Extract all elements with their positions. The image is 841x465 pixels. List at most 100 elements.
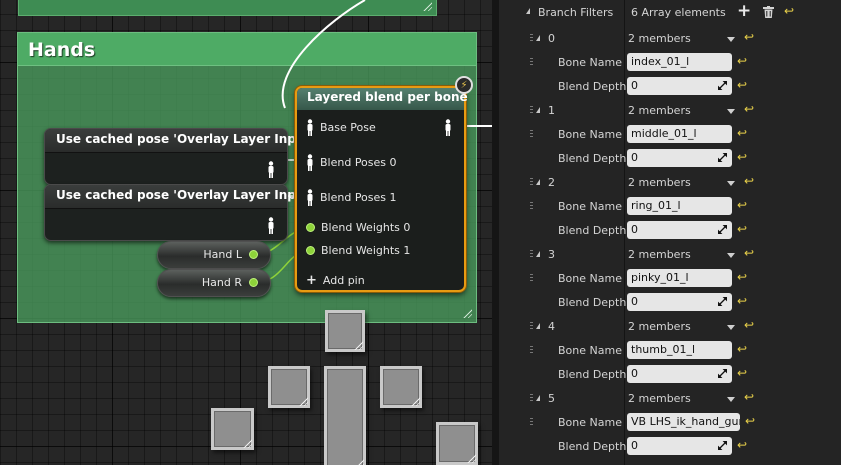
pin-blend-poses-1[interactable]: Blend Poses 1 xyxy=(306,189,397,206)
chevron-down-icon[interactable] xyxy=(727,397,735,402)
chevron-down-icon[interactable] xyxy=(727,37,735,42)
members-combo[interactable]: 2 members xyxy=(628,104,691,117)
resize-arrow-icon[interactable] xyxy=(718,225,727,234)
bone-name-field[interactable]: pinky_01_l xyxy=(627,269,732,287)
branch-filters-row[interactable]: Branch Filters 6 Array elements + ↩ xyxy=(499,0,841,24)
drag-handle-icon[interactable] xyxy=(530,178,533,186)
collapse-arrow-icon[interactable] xyxy=(536,395,540,401)
bone-name-field[interactable]: ring_01_l xyxy=(627,197,732,215)
chevron-down-icon[interactable] xyxy=(727,181,735,186)
drag-handle-icon[interactable] xyxy=(530,394,533,402)
reset-to-default-icon[interactable]: ↩ xyxy=(737,127,747,139)
gray-node-block[interactable] xyxy=(324,366,366,465)
trash-icon[interactable] xyxy=(763,6,774,18)
resize-arrow-icon[interactable] xyxy=(718,441,727,450)
reset-to-default-icon[interactable]: ↩ xyxy=(744,391,754,403)
layered-blend-per-bone-node[interactable]: Layered blend per bone Base Pose Blend P… xyxy=(295,86,468,292)
variable-node-hand-l[interactable]: Hand L xyxy=(157,241,271,269)
cached-pose-node-1[interactable]: Use cached pose 'Overlay Layer Input' xyxy=(44,128,314,185)
resize-arrow-icon[interactable] xyxy=(718,297,727,306)
reset-to-default-icon[interactable]: ↩ xyxy=(784,5,794,17)
drag-handle-icon[interactable] xyxy=(530,322,533,330)
pin-blend-weights-0[interactable]: Blend Weights 0 xyxy=(306,221,410,234)
blend-depth-field[interactable]: 0 xyxy=(627,221,732,239)
bone-name-field[interactable]: middle_01_l xyxy=(627,125,732,143)
panel-splitter[interactable] xyxy=(492,0,499,465)
bone-name-field[interactable]: thumb_01_l xyxy=(627,341,732,359)
members-combo[interactable]: 2 members xyxy=(628,176,691,189)
chevron-down-icon[interactable] xyxy=(727,325,735,330)
collapse-arrow-icon[interactable] xyxy=(536,107,540,113)
collapse-arrow-icon[interactable] xyxy=(536,323,540,329)
variable-node-hand-r[interactable]: Hand R xyxy=(157,269,271,297)
reset-to-default-icon[interactable]: ↩ xyxy=(744,31,754,43)
blend-depth-field[interactable]: 0 xyxy=(627,77,732,95)
drag-handle-icon[interactable] xyxy=(530,202,533,210)
reset-to-default-icon[interactable]: ↩ xyxy=(737,439,747,451)
pose-output-pin-icon[interactable] xyxy=(444,119,452,136)
drag-handle-icon[interactable] xyxy=(530,106,533,114)
cached-pose-node-2[interactable]: Use cached pose 'Overlay Layer Input' xyxy=(44,184,314,241)
reset-to-default-icon[interactable]: ↩ xyxy=(737,223,747,235)
drag-handle-icon[interactable] xyxy=(530,346,533,354)
reset-to-default-icon[interactable]: ↩ xyxy=(744,175,754,187)
drag-handle-icon[interactable] xyxy=(530,274,533,282)
reset-to-default-icon[interactable]: ↩ xyxy=(737,151,747,163)
collapse-arrow-icon[interactable] xyxy=(526,8,530,14)
gray-node-block[interactable] xyxy=(268,366,310,408)
members-combo[interactable]: 2 members xyxy=(628,392,691,405)
resize-arrow-icon[interactable] xyxy=(718,81,727,90)
drag-handle-icon[interactable] xyxy=(530,418,533,426)
bool-pin-icon[interactable] xyxy=(249,278,258,287)
bool-pin-icon[interactable] xyxy=(306,223,315,232)
reset-to-default-icon[interactable]: ↩ xyxy=(737,55,747,67)
blend-depth-field[interactable]: 0 xyxy=(627,365,732,383)
pose-pin-icon[interactable] xyxy=(267,217,275,234)
reset-to-default-icon[interactable]: ↩ xyxy=(744,103,754,115)
reset-to-default-icon[interactable]: ↩ xyxy=(737,79,747,91)
members-combo[interactable]: 2 members xyxy=(628,320,691,333)
reset-to-default-icon[interactable]: ↩ xyxy=(737,295,747,307)
bone-name-field[interactable]: VB LHS_ik_hand_gun xyxy=(627,413,740,431)
reset-to-default-icon[interactable]: ↩ xyxy=(744,247,754,259)
reset-to-default-icon[interactable]: ↩ xyxy=(737,343,747,355)
pin-base-pose[interactable]: Base Pose xyxy=(306,119,376,136)
resize-arrow-icon[interactable] xyxy=(718,153,727,162)
collapse-arrow-icon[interactable] xyxy=(536,251,540,257)
blend-depth-field[interactable]: 0 xyxy=(627,293,732,311)
members-combo[interactable]: 2 members xyxy=(628,32,691,45)
drag-handle-icon[interactable] xyxy=(530,34,533,42)
blend-depth-field[interactable]: 0 xyxy=(627,437,732,455)
gray-node-block[interactable] xyxy=(380,366,422,408)
blend-depth-field[interactable]: 0 xyxy=(627,149,732,167)
reset-to-default-icon[interactable]: ↩ xyxy=(745,415,755,427)
bool-pin-icon[interactable] xyxy=(306,246,315,255)
chevron-down-icon[interactable] xyxy=(727,253,735,258)
add-element-icon[interactable]: + xyxy=(737,1,751,21)
add-pin-button[interactable]: + Add pin xyxy=(306,273,365,288)
anim-graph-canvas[interactable]: Hands Use cached pose 'Overlay Layer Inp… xyxy=(0,0,492,465)
pose-pin-icon[interactable] xyxy=(306,189,314,206)
drag-handle-icon[interactable] xyxy=(530,130,533,138)
reset-to-default-icon[interactable]: ↩ xyxy=(737,271,747,283)
pose-pin-icon[interactable] xyxy=(306,154,314,171)
reset-to-default-icon[interactable]: ↩ xyxy=(737,367,747,379)
collapse-arrow-icon[interactable] xyxy=(536,179,540,185)
bool-pin-icon[interactable] xyxy=(249,250,258,259)
gray-node-block[interactable] xyxy=(436,422,478,465)
reset-to-default-icon[interactable]: ↩ xyxy=(744,319,754,331)
pin-blend-weights-1[interactable]: Blend Weights 1 xyxy=(306,244,410,257)
gray-node-block[interactable] xyxy=(325,310,365,352)
chevron-down-icon[interactable] xyxy=(727,109,735,114)
bone-name-field[interactable]: index_01_l xyxy=(627,53,732,71)
pose-pin-icon[interactable] xyxy=(267,161,275,178)
drag-handle-icon[interactable] xyxy=(530,58,533,66)
members-combo[interactable]: 2 members xyxy=(628,248,691,261)
gray-node-block[interactable] xyxy=(211,408,254,450)
collapse-arrow-icon[interactable] xyxy=(536,35,540,41)
resize-arrow-icon[interactable] xyxy=(718,369,727,378)
pose-pin-icon[interactable] xyxy=(306,119,314,136)
reset-to-default-icon[interactable]: ↩ xyxy=(737,199,747,211)
drag-handle-icon[interactable] xyxy=(530,250,533,258)
pin-blend-poses-0[interactable]: Blend Poses 0 xyxy=(306,154,397,171)
